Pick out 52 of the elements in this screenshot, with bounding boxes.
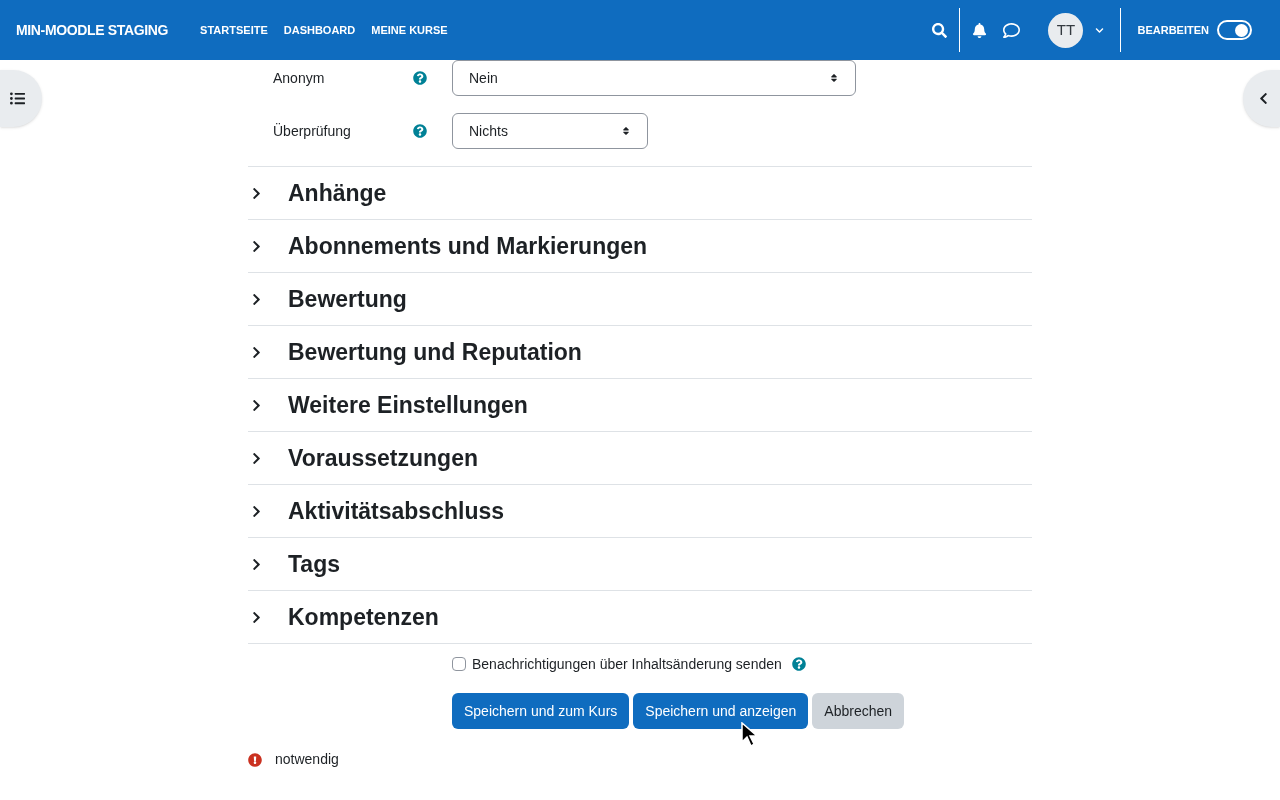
section-title: Bewertung und Reputation: [288, 337, 582, 367]
edit-mode-switch[interactable]: [1217, 20, 1252, 40]
course-index-toggle[interactable]: [0, 70, 42, 127]
section-title: Aktivitätsabschluss: [288, 496, 505, 526]
select-value: Nichts: [469, 121, 508, 141]
select-value: Nein: [469, 68, 498, 88]
help-icon[interactable]: [413, 71, 427, 85]
nav-link[interactable]: STARTSEITE: [200, 21, 268, 39]
caret-icon[interactable]: [1095, 25, 1105, 35]
search-icon[interactable]: [932, 22, 948, 38]
primary-button[interactable]: Speichern und anzeigen: [633, 693, 809, 729]
help-icon[interactable]: [791, 657, 806, 671]
section-title: Tags: [288, 549, 340, 579]
site-title[interactable]: MIN-MOODLE STAGING: [16, 19, 169, 41]
checkbox-label: Benachrichtigungen über Inhaltsänderung senden: [472, 654, 782, 674]
section-header[interactable]: Tags: [248, 538, 1032, 591]
section-header[interactable]: Kompetenzen: [248, 591, 1032, 644]
list-icon: [9, 91, 25, 106]
section-title: Bewertung: [288, 284, 407, 314]
section-title: Voraussetzungen: [288, 443, 478, 473]
section-header[interactable]: Abonnements und Markierungen: [248, 220, 1032, 273]
section-title: Kompetenzen: [288, 602, 439, 632]
help-icon[interactable]: [413, 124, 427, 138]
edit-mode-label: BEARBEITEN: [1137, 22, 1209, 38]
field-label: Anonym: [273, 68, 326, 88]
section-header[interactable]: Anhänge: [248, 167, 1032, 220]
section-header[interactable]: Weitere Einstellungen: [248, 379, 1032, 432]
bell-icon[interactable]: [972, 22, 988, 38]
section-title: Weitere Einstellungen: [288, 390, 528, 420]
required-icon: [248, 752, 262, 767]
chat-icon[interactable]: [1003, 21, 1021, 39]
sort-icon: [829, 73, 839, 83]
section-header[interactable]: Bewertung und Reputation: [248, 326, 1032, 379]
required-note: notwendig: [275, 750, 339, 769]
nav-link[interactable]: MEINE KURSE: [371, 21, 448, 39]
select-field[interactable]: Nichts: [452, 113, 648, 149]
select-field[interactable]: Nein: [452, 60, 856, 96]
cancel-button[interactable]: Abbrechen: [812, 693, 905, 729]
section-title: Abonnements und Markierungen: [288, 231, 648, 261]
nav-link[interactable]: DASHBOARD: [283, 21, 356, 39]
section-title: Anhänge: [288, 178, 387, 208]
avatar[interactable]: TT: [1048, 12, 1084, 48]
checkbox[interactable]: [452, 657, 466, 671]
section-header[interactable]: Bewertung: [248, 273, 1032, 326]
section-header[interactable]: Aktivitätsabschluss: [248, 485, 1032, 538]
cursor-icon: [741, 722, 758, 747]
section-header[interactable]: Voraussetzungen: [248, 432, 1032, 485]
field-label: Überprüfung: [273, 121, 352, 141]
primary-button[interactable]: Speichern und zum Kurs: [452, 693, 630, 729]
chevron-icon: [1257, 92, 1270, 105]
drawer-toggle[interactable]: [1243, 70, 1280, 127]
sort-icon: [621, 126, 631, 136]
